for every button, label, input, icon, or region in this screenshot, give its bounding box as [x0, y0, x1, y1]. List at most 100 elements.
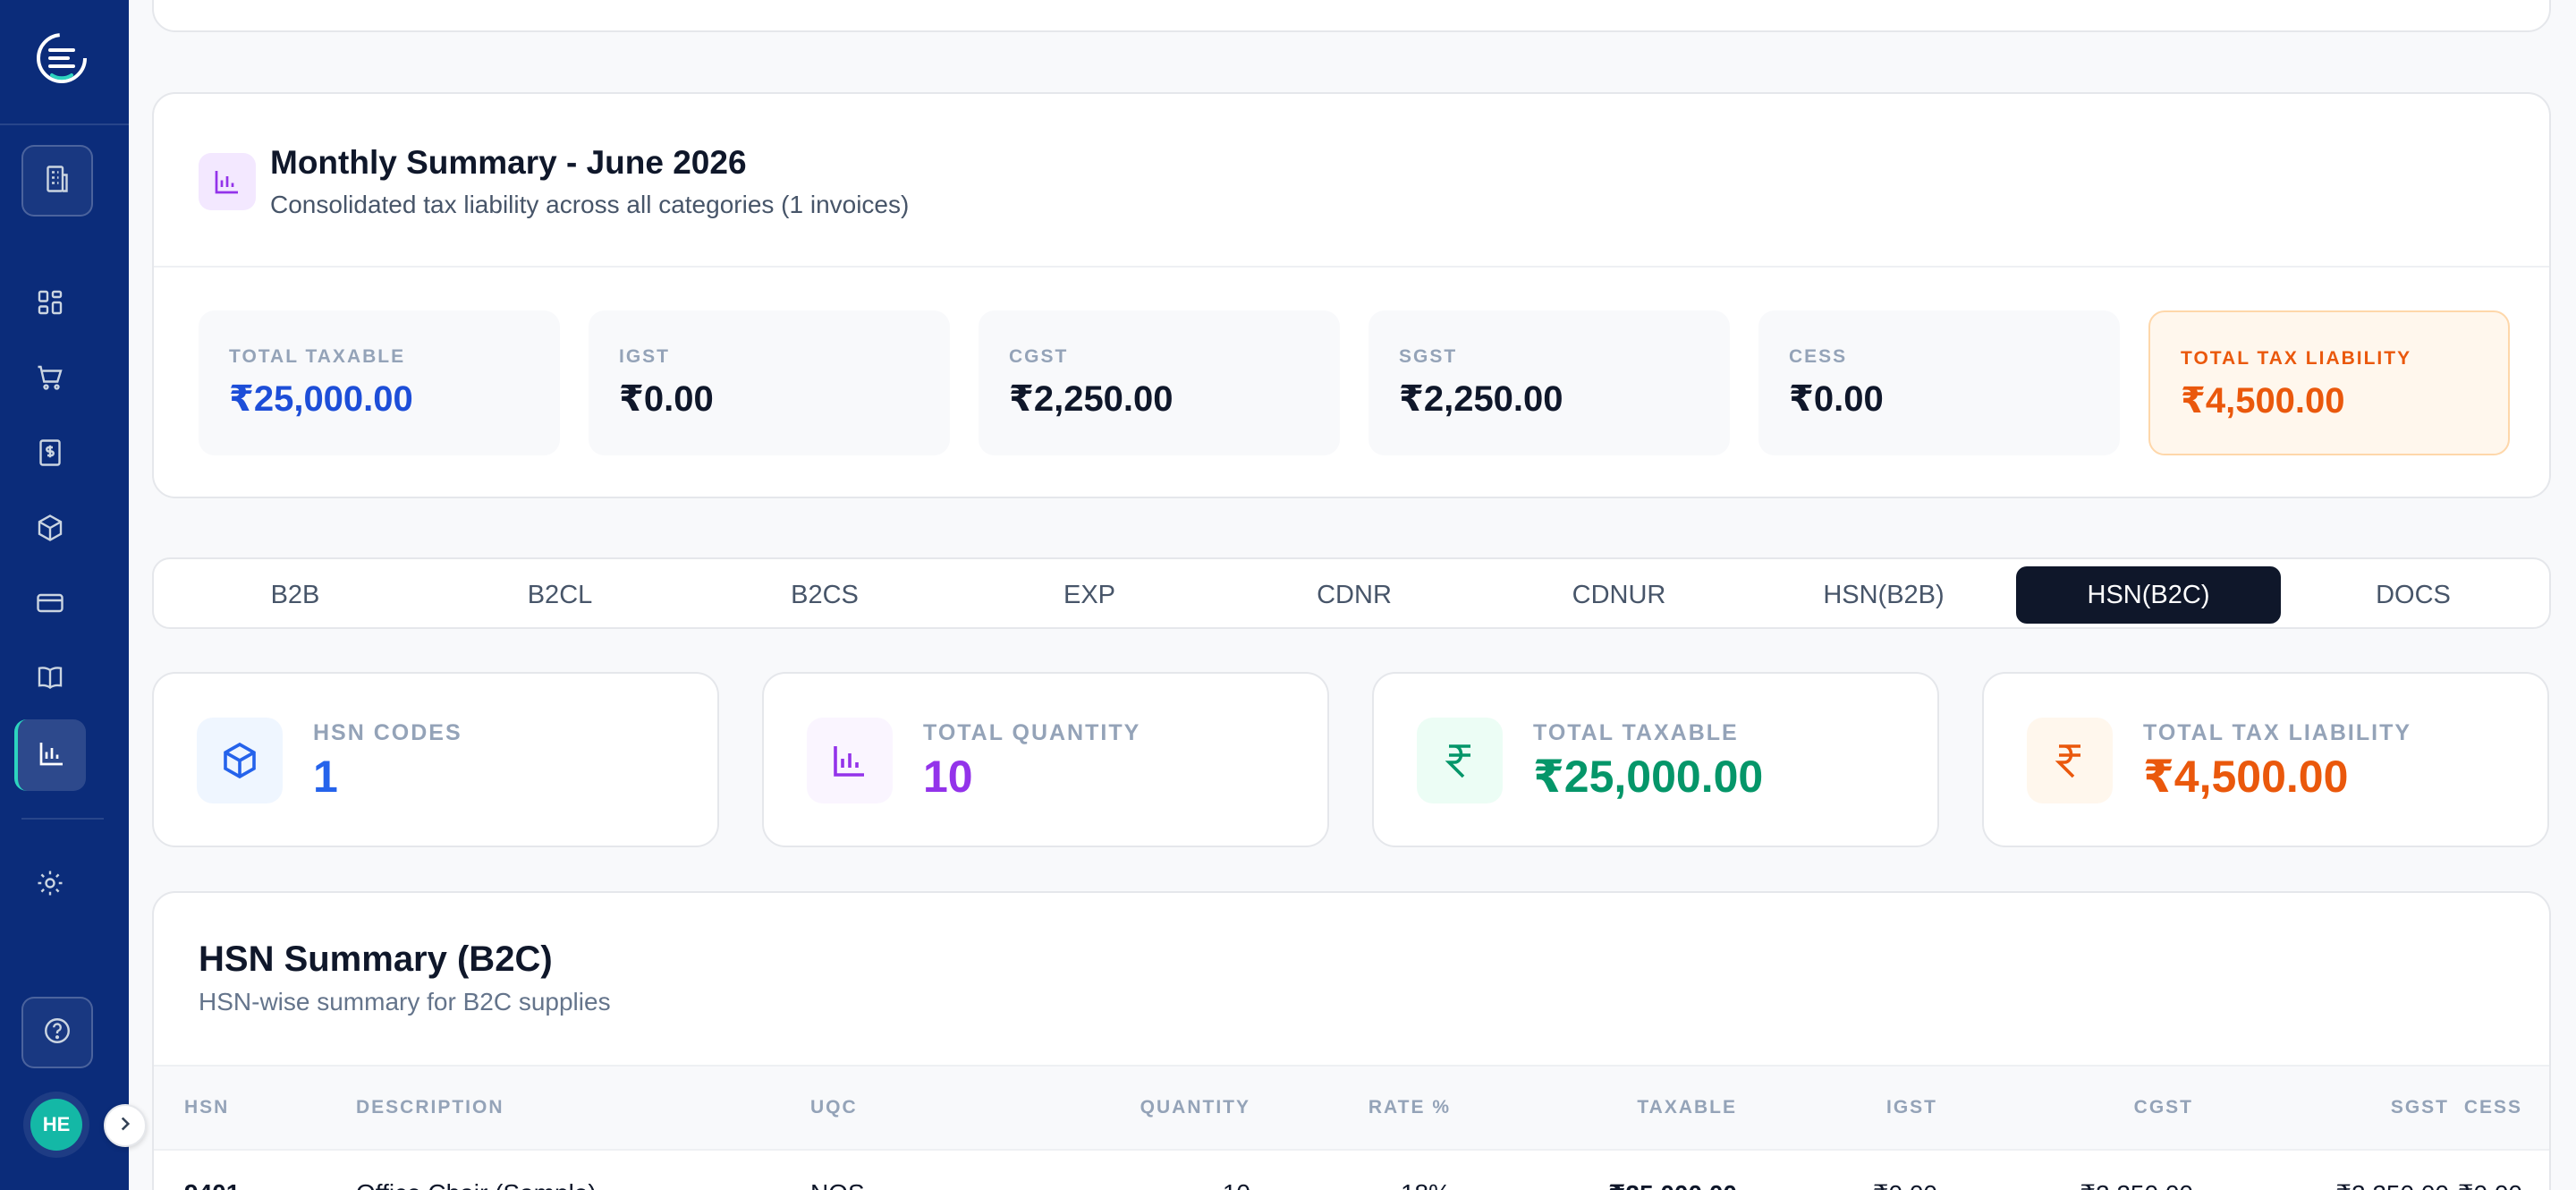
sidebar-divider [0, 123, 129, 125]
sidebar-item-purchases[interactable] [32, 361, 68, 397]
chart-icon [199, 153, 256, 210]
chart-icon [807, 718, 893, 803]
stat-value: ₹2,250.00 [1009, 379, 1174, 419]
sidebar-item-products[interactable] [32, 512, 68, 548]
stat-total-taxable: TOTAL TAXABLE ₹25,000.00 [199, 310, 560, 455]
sidebar-item-payments[interactable] [32, 587, 68, 623]
tab-b2cs[interactable]: B2CS [692, 566, 957, 624]
stat-value: ₹25,000.00 [229, 379, 413, 419]
help-icon [41, 1015, 73, 1051]
stat-value: ₹4,500.00 [2181, 381, 2345, 421]
metric-value: ₹25,000.00 [1533, 752, 1764, 802]
stat-sgst: SGST ₹2,250.00 [1368, 310, 1730, 455]
stat-total-tax-liability: TOTAL TAX LIABILITY ₹4,500.00 [2148, 310, 2510, 455]
col-description[interactable]: DESCRIPTION [356, 1097, 504, 1118]
sidebar-expand-button[interactable] [104, 1104, 147, 1147]
package-icon [34, 512, 66, 548]
stat-cess: CESS ₹0.00 [1758, 310, 2120, 455]
rupee-icon [2027, 718, 2113, 803]
stat-value: ₹0.00 [1789, 379, 1884, 419]
cell-hsn: 9401 [184, 1179, 240, 1190]
tab-cdnur[interactable]: CDNUR [1487, 566, 1751, 624]
stat-value: ₹2,250.00 [1399, 379, 1563, 419]
metric-total-taxable: TOTAL TAXABLE ₹25,000.00 [1372, 672, 1939, 847]
metric-value: 10 [923, 752, 973, 802]
metric-label: HSN CODES [313, 720, 462, 745]
stat-label: IGST [619, 346, 671, 367]
col-cess[interactable]: CESS [2390, 1097, 2522, 1118]
sidebar-item-reports[interactable] [14, 719, 86, 791]
col-uqc[interactable]: UQC [810, 1097, 858, 1118]
tab-hsn-b2c[interactable]: HSN(B2C) [2016, 566, 2281, 624]
col-cgst[interactable]: CGST [1979, 1097, 2193, 1118]
metric-hsn-codes: HSN CODES 1 [152, 672, 719, 847]
hsn-subtitle: HSN-wise summary for B2C supplies [199, 988, 611, 1016]
metric-label: TOTAL QUANTITY [923, 720, 1141, 745]
col-quantity[interactable]: QUANTITY [959, 1097, 1250, 1118]
avatar[interactable]: HE [30, 1099, 82, 1151]
invoice-icon [34, 437, 66, 473]
gstr1-tabs: B2B B2CL B2CS EXP CDNR CDNUR HSN(B2B) HS… [152, 557, 2551, 629]
sidebar: HE [0, 0, 129, 1190]
metric-value: ₹4,500.00 [2143, 752, 2349, 802]
hsn-title: HSN Summary (B2C) [199, 939, 553, 979]
stat-label: SGST [1399, 346, 1458, 367]
tab-b2b[interactable]: B2B [163, 566, 428, 624]
summary-title: Monthly Summary - June 2026 [270, 144, 747, 181]
gear-icon [34, 867, 66, 904]
col-hsn[interactable]: HSN [184, 1097, 229, 1118]
previous-card [152, 0, 2551, 32]
tab-docs[interactable]: DOCS [2281, 566, 2546, 624]
card-icon [34, 587, 66, 624]
sidebar-item-company[interactable] [21, 145, 93, 217]
stat-cgst: CGST ₹2,250.00 [979, 310, 1340, 455]
cell-igst: ₹0.00 [1746, 1179, 1937, 1190]
chart-icon [36, 737, 68, 774]
hsn-summary-card: HSN Summary (B2C) HSN-wise summary for B… [152, 891, 2551, 1190]
sidebar-item-help[interactable] [21, 997, 93, 1068]
cell-cess: ₹0.00 [2390, 1179, 2522, 1190]
monthly-summary-card: Monthly Summary - June 2026 Consolidated… [152, 92, 2551, 498]
col-taxable[interactable]: TAXABLE [1513, 1097, 1737, 1118]
tab-exp[interactable]: EXP [957, 566, 1222, 624]
tab-hsn-b2b[interactable]: HSN(B2B) [1751, 566, 2016, 624]
sidebar-item-dashboard[interactable] [32, 286, 68, 322]
rupee-icon [1417, 718, 1503, 803]
package-icon [197, 718, 283, 803]
cell-uqc: NOS [810, 1179, 865, 1190]
stat-label: TOTAL TAXABLE [229, 346, 406, 367]
tab-cdnr[interactable]: CDNR [1222, 566, 1487, 624]
table-header: HSN DESCRIPTION UQC QUANTITY RATE % TAXA… [154, 1065, 2549, 1151]
col-igst[interactable]: IGST [1746, 1097, 1937, 1118]
sidebar-item-ledger[interactable] [32, 662, 68, 698]
metric-value: 1 [313, 752, 338, 802]
col-rate[interactable]: RATE % [1272, 1097, 1451, 1118]
stat-label: TOTAL TAX LIABILITY [2181, 348, 2412, 369]
chevron-right-icon [114, 1112, 137, 1140]
cart-icon [34, 361, 66, 398]
metric-label: TOTAL TAXABLE [1533, 720, 1739, 745]
tab-b2cl[interactable]: B2CL [428, 566, 692, 624]
metric-total-tax-liability: TOTAL TAX LIABILITY ₹4,500.00 [1982, 672, 2549, 847]
summary-divider [154, 266, 2549, 268]
cell-cgst: ₹2,250.00 [1979, 1179, 2193, 1190]
table-row[interactable]: 9401 Office Chair (Sample) NOS 10 18% ₹2… [154, 1151, 2549, 1190]
app-logo-icon[interactable] [32, 29, 91, 88]
book-icon [34, 662, 66, 699]
stat-igst: IGST ₹0.00 [589, 310, 950, 455]
stat-label: CGST [1009, 346, 1069, 367]
stat-value: ₹0.00 [619, 379, 714, 419]
cell-rate: 18% [1272, 1179, 1451, 1190]
summary-subtitle: Consolidated tax liability across all ca… [270, 191, 910, 218]
building-icon [41, 163, 73, 200]
metric-total-quantity: TOTAL QUANTITY 10 [762, 672, 1329, 847]
cell-quantity: 10 [959, 1179, 1250, 1190]
sidebar-divider [21, 818, 104, 820]
cell-description: Office Chair (Sample) [356, 1179, 597, 1190]
sidebar-item-invoices[interactable] [32, 437, 68, 472]
cell-taxable: ₹25,000.00 [1513, 1179, 1737, 1190]
dashboard-icon [34, 286, 66, 323]
sidebar-item-settings[interactable] [32, 867, 68, 903]
stat-label: CESS [1789, 346, 1848, 367]
metric-label: TOTAL TAX LIABILITY [2143, 720, 2412, 745]
